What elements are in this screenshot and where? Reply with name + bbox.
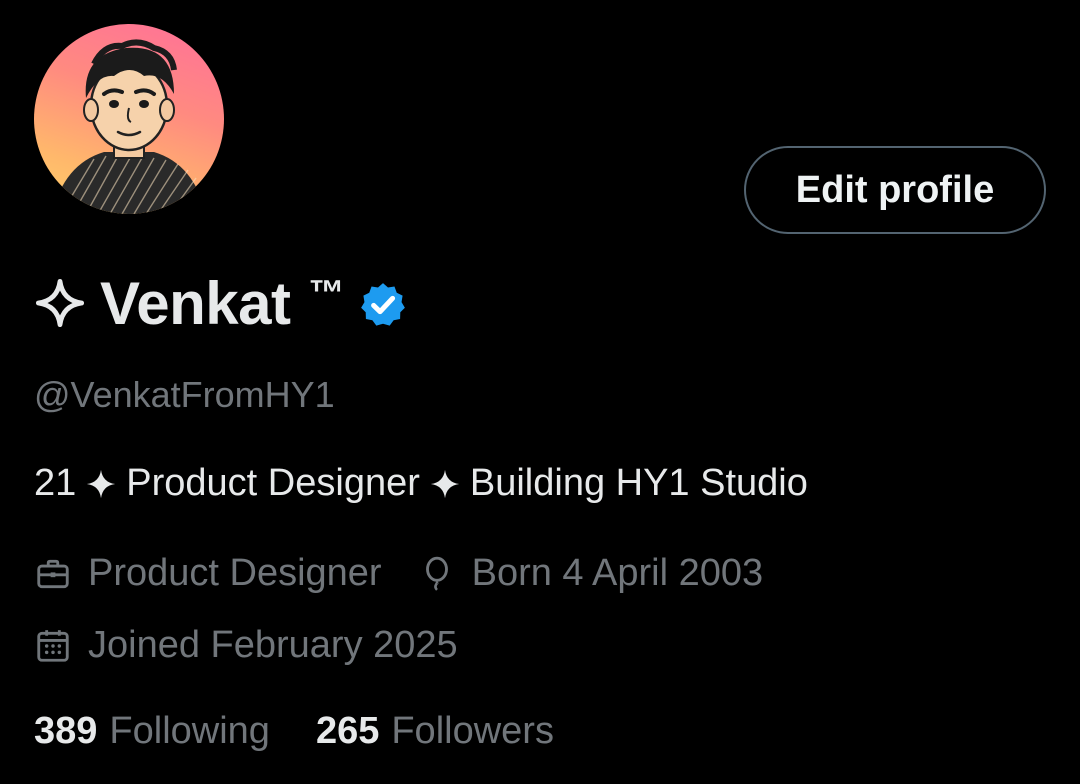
display-name: Venkat <box>100 269 291 337</box>
birthday-item: Born 4 April 2003 <box>418 552 764 595</box>
avatar[interactable] <box>34 24 224 214</box>
bio-age: 21 <box>34 462 77 504</box>
briefcase-icon <box>37 559 69 588</box>
balloon-icon <box>425 556 448 591</box>
joined-item: Joined February 2025 <box>34 624 458 667</box>
following-count: 389 <box>34 710 98 752</box>
calendar-icon <box>37 629 69 662</box>
trademark-symbol: ™ <box>308 272 345 313</box>
profession-item: Product Designer <box>34 552 382 595</box>
followers-count: 265 <box>315 710 380 752</box>
follow-stats: 389 Following 265 Followers <box>34 710 600 753</box>
profile-header: Edit profile Venkat ™ @VenkatFromHY1 21 … <box>0 0 1080 784</box>
bio-role: Product Designer <box>126 462 420 504</box>
profile-meta-row: Product Designer Born 4 April 2003 <box>34 552 799 595</box>
following-label: Following <box>109 710 270 752</box>
birthday-text: Born 4 April 2003 <box>471 552 764 594</box>
profession-text: Product Designer <box>88 552 382 594</box>
username-handle: @VenkatFromHY1 <box>34 374 335 415</box>
bio-project: Building HY1 Studio <box>469 462 808 504</box>
sparkle-outline-icon <box>35 278 85 328</box>
followers-link[interactable]: 265 Followers <box>316 710 554 753</box>
bio: 21 Product Designer Building HY1 Studio <box>34 462 808 505</box>
verified-badge-icon[interactable] <box>358 280 408 330</box>
sparkle-icon <box>430 469 460 498</box>
followers-label: Followers <box>391 710 554 752</box>
display-name-row: Venkat ™ <box>34 268 408 338</box>
edit-profile-button[interactable]: Edit profile <box>744 146 1046 234</box>
joined-text: Joined February 2025 <box>88 624 458 666</box>
profile-meta-row: Joined February 2025 <box>34 624 494 667</box>
following-link[interactable]: 389 Following <box>34 710 270 753</box>
avatar-illustration <box>52 39 206 214</box>
sparkle-icon <box>87 469 116 498</box>
